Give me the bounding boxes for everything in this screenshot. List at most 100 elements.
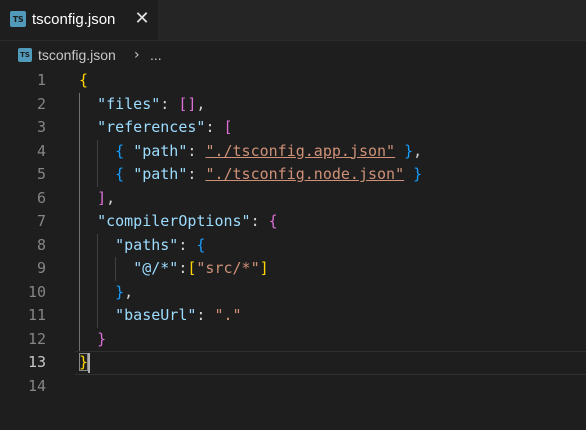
code-token: { xyxy=(115,141,125,160)
code-token: "path" xyxy=(133,165,188,183)
code-line[interactable]: 5 { "path": "./tsconfig.node.json" } xyxy=(0,163,586,187)
indent-guide xyxy=(97,233,99,328)
tab-tsconfig[interactable]: TS tsconfig.json ✕ xyxy=(0,0,158,40)
code-line[interactable]: 4 { "path": "./tsconfig.app.json" }, xyxy=(0,140,586,164)
code-token: , xyxy=(106,188,116,207)
code-token: : xyxy=(178,235,197,254)
line-number: 13 xyxy=(27,353,46,371)
line-number: 2 xyxy=(36,94,46,113)
code-text: } xyxy=(79,351,89,375)
code-token: ] xyxy=(259,259,269,277)
code-token: : xyxy=(205,118,224,136)
code-token: "paths" xyxy=(115,235,179,254)
code-text: { xyxy=(79,69,88,93)
code-token: { xyxy=(115,165,125,183)
line-number: 10 xyxy=(27,282,46,301)
code-text: "references": [ xyxy=(79,116,233,140)
typescript-file-icon: TS xyxy=(10,11,26,27)
indent-guide xyxy=(97,139,99,187)
code-token: "references" xyxy=(97,118,206,136)
line-number: 8 xyxy=(36,235,46,254)
code-token: } xyxy=(97,329,107,348)
code-line[interactable]: 9 "@/*":["src/*"] xyxy=(0,257,586,281)
indent-guide xyxy=(115,257,117,281)
code-token: "compilerOptions" xyxy=(97,212,251,230)
chevron-right-icon: › xyxy=(134,47,140,63)
code-line[interactable]: 7 "compilerOptions": { xyxy=(0,210,586,234)
code-token: } xyxy=(413,165,423,183)
code-token: [] xyxy=(178,94,197,113)
editor-tab-bar: TS tsconfig.json ✕ xyxy=(0,0,586,41)
code-token: "@/*" xyxy=(133,259,179,277)
code-token: } xyxy=(115,282,125,301)
code-text: { "path": "./tsconfig.app.json" }, xyxy=(79,140,422,164)
line-number: 12 xyxy=(27,329,46,348)
code-line[interactable]: 8 "paths": { xyxy=(0,234,586,258)
code-token: "path" xyxy=(133,141,188,160)
code-text: "@/*":["src/*"] xyxy=(79,257,269,281)
code-line[interactable]: 6 ], xyxy=(0,187,586,211)
breadcrumb-symbols[interactable]: ... xyxy=(150,45,162,65)
code-token: } xyxy=(404,141,414,160)
breadcrumb-typescript-file-icon: TS xyxy=(18,48,32,62)
code-line[interactable]: 11 "baseUrl": "." xyxy=(0,304,586,328)
line-number: 11 xyxy=(27,306,46,324)
indent-guide xyxy=(79,92,80,351)
line-number: 3 xyxy=(36,118,46,136)
code-token: [ xyxy=(223,118,233,136)
code-token: "./tsconfig.app.json" xyxy=(205,141,396,160)
line-number: 9 xyxy=(36,259,46,277)
code-text: "baseUrl": "." xyxy=(79,304,242,328)
code-line[interactable]: 12 } xyxy=(0,328,586,352)
line-number: 7 xyxy=(36,212,46,230)
code-token: : xyxy=(187,141,206,160)
code-line[interactable]: 1{ xyxy=(0,69,586,93)
code-editor[interactable]: 1{2 "files": [], 3 "references": [4 { "pa… xyxy=(0,69,586,430)
code-text: "compilerOptions": { xyxy=(79,210,278,234)
code-text: { "path": "./tsconfig.node.json" } xyxy=(79,163,422,187)
code-token: { xyxy=(268,212,278,230)
code-line[interactable]: 3 "references": [ xyxy=(0,116,586,140)
line-number: 4 xyxy=(36,141,46,160)
code-text: } xyxy=(79,328,106,352)
code-token: , xyxy=(124,282,134,301)
code-token: ] xyxy=(97,188,107,207)
line-number: 14 xyxy=(27,376,46,395)
code-token: : xyxy=(160,94,179,113)
code-text: }, xyxy=(79,281,133,305)
code-token: : xyxy=(196,306,215,324)
close-icon[interactable]: ✕ xyxy=(133,9,151,29)
code-line[interactable]: 10 }, xyxy=(0,281,586,305)
line-number: 1 xyxy=(36,71,46,89)
code-token: : xyxy=(187,165,206,183)
code-token: "files" xyxy=(97,94,161,113)
code-token: "src/*" xyxy=(196,259,260,277)
code-token: : xyxy=(250,212,269,230)
breadcrumb-file[interactable]: tsconfig.json xyxy=(38,45,116,65)
code-text: "files": [], xyxy=(79,93,205,117)
line-number: 6 xyxy=(36,188,46,207)
code-token: , xyxy=(196,94,206,113)
line-number: 5 xyxy=(36,165,46,183)
code-token: { xyxy=(79,71,89,89)
code-line[interactable]: 2 "files": [], xyxy=(0,93,586,117)
code-token: } xyxy=(79,353,89,371)
code-token: "./tsconfig.node.json" xyxy=(205,165,405,183)
code-token: "baseUrl" xyxy=(115,306,197,324)
code-line[interactable]: 14 xyxy=(0,375,586,399)
text-cursor xyxy=(88,353,91,373)
tab-title: tsconfig.json xyxy=(32,11,116,28)
code-token: { xyxy=(196,235,206,254)
code-token: "." xyxy=(214,306,242,324)
code-token: , xyxy=(413,141,423,160)
